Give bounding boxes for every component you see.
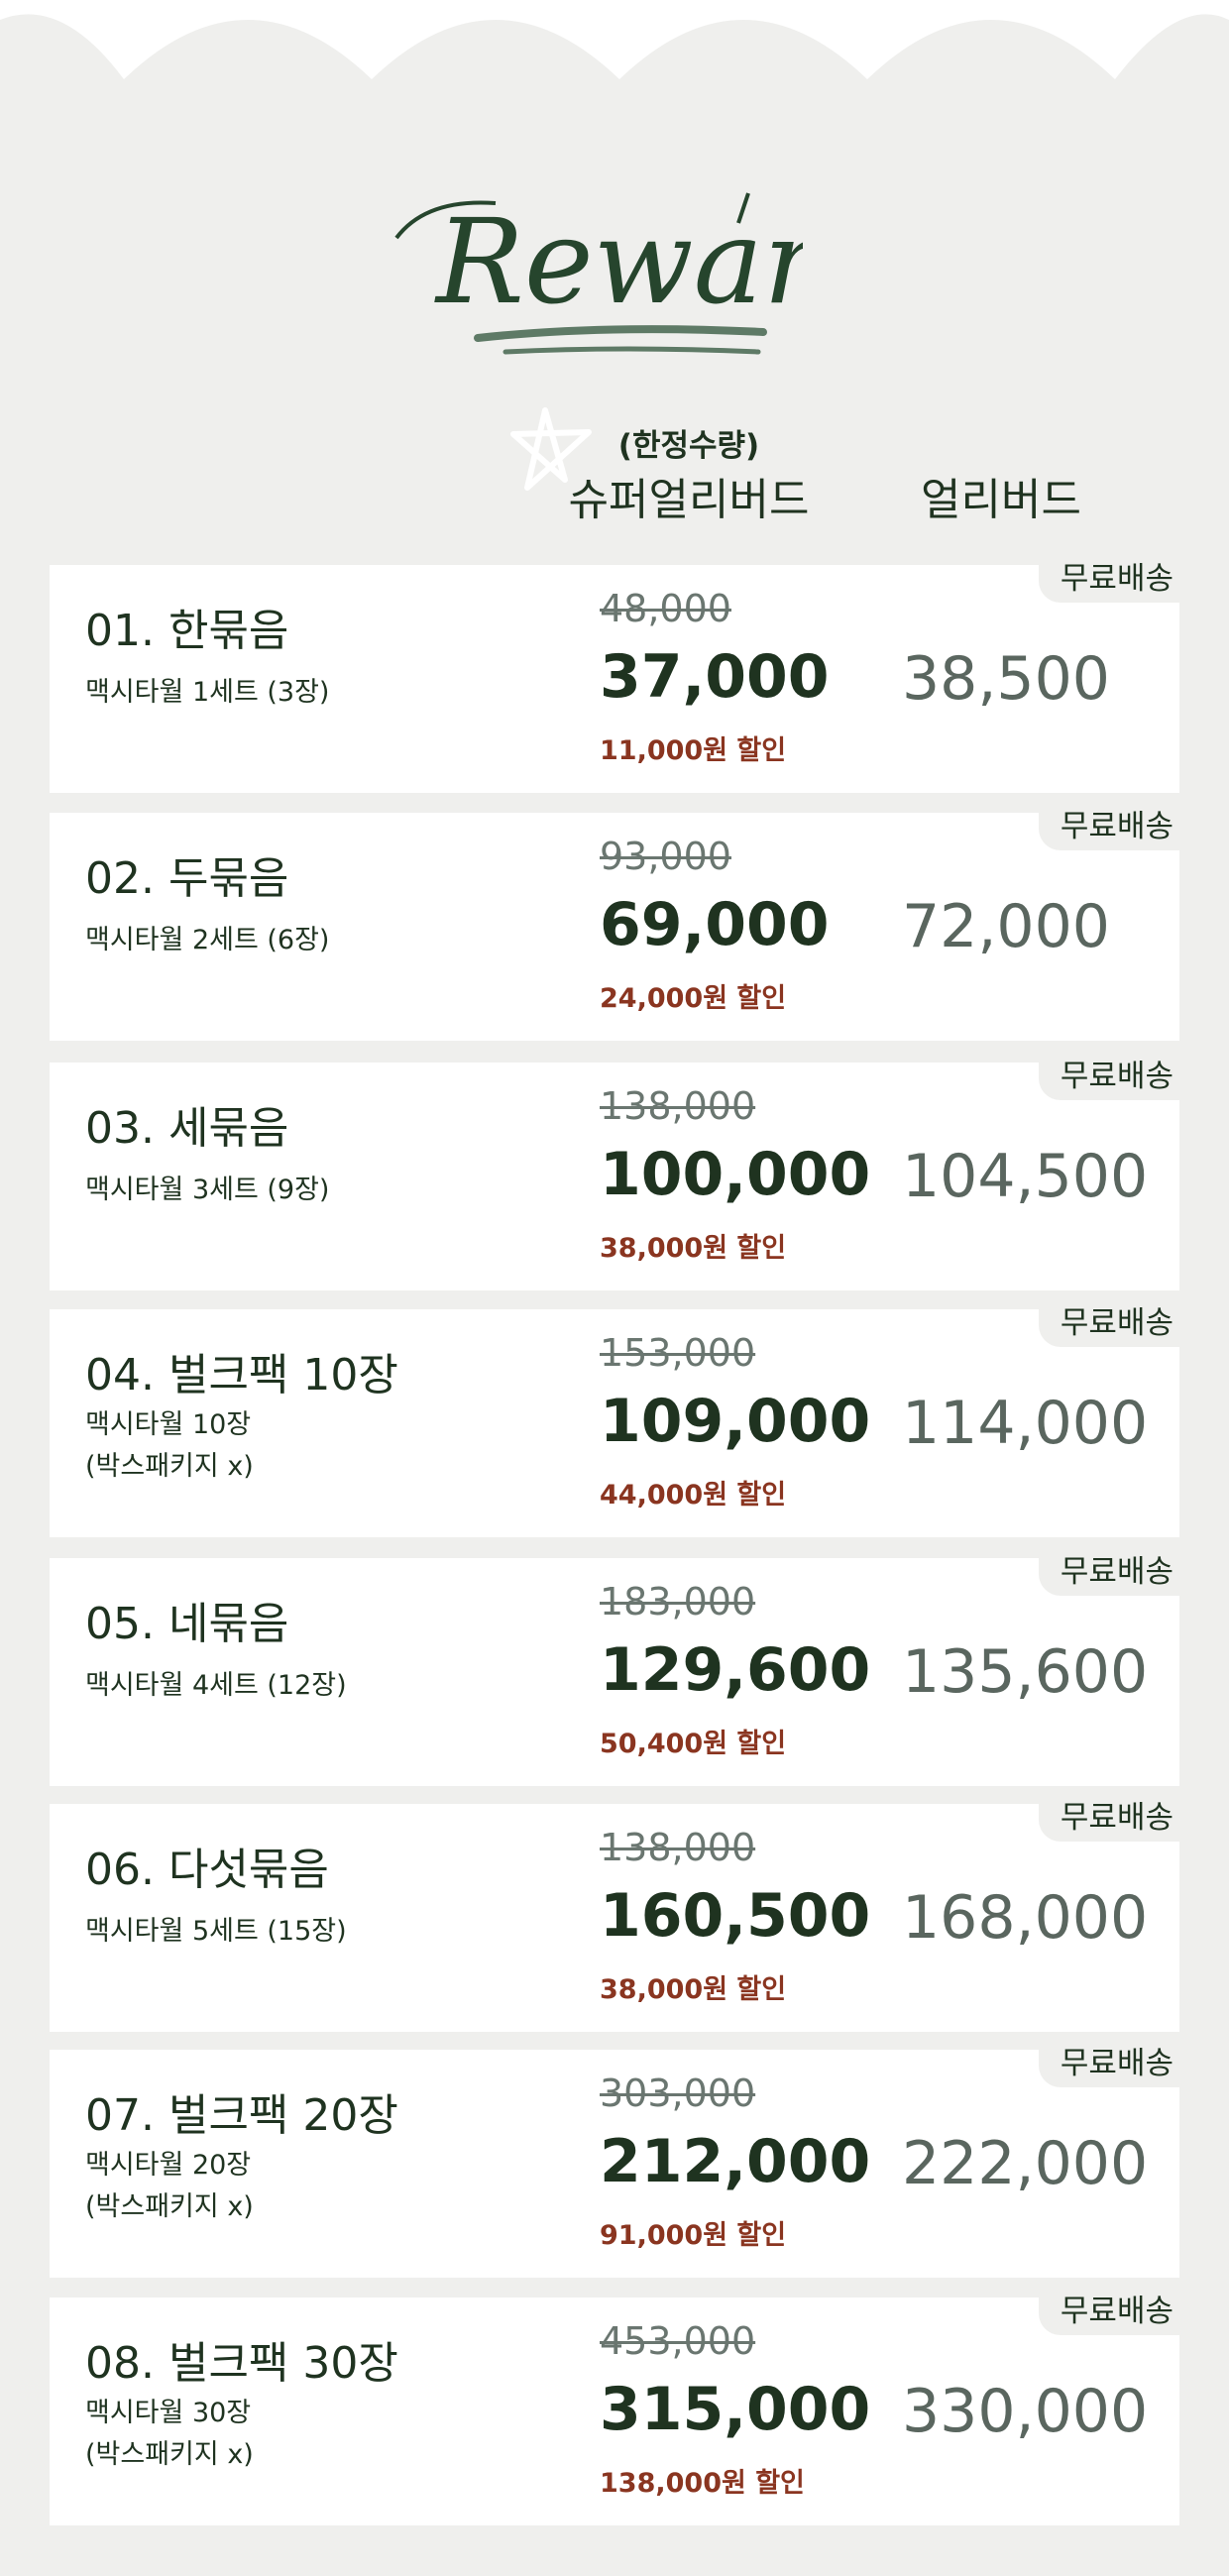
discount-amount: 44,000원 할인 [600, 1480, 787, 1511]
reward-description: 맥시타월 2세트 (6장) [85, 925, 330, 955]
super-early-bird-price: 100,000 [600, 1140, 871, 1209]
early-bird-price: 330,000 [902, 2377, 1149, 2446]
free-shipping-badge: 무료배송 [1038, 2288, 1179, 2335]
discount-amount: 38,000원 할인 [600, 1974, 787, 2005]
early-bird-price: 114,000 [902, 1389, 1149, 1458]
early-bird-price: 104,500 [902, 1142, 1149, 1211]
free-shipping-badge: 무료배송 [1038, 2040, 1179, 2087]
reward-card-8[interactable]: 무료배송 08. 벌크팩 30장 맥시타월 30장 (박스패키지 x) 453,0… [50, 2288, 1179, 2525]
early-bird-price: 222,000 [902, 2129, 1149, 2198]
reward-description: 맥시타월 4세트 (12장) [85, 1670, 347, 1701]
reward-title: 08. 벌크팩 30장 [85, 2338, 398, 2389]
svg-text:Reward: Reward [434, 193, 803, 330]
reward-description: 맥시타월 10장 (박스패키지 x) [85, 1409, 254, 1482]
discount-amount: 138,000원 할인 [600, 2468, 805, 2499]
free-shipping-badge: 무료배송 [1038, 555, 1179, 603]
reward-card-6[interactable]: 무료배송 06. 다섯묶음 맥시타월 5세트 (15장) 138,000 160… [50, 1794, 1179, 2032]
super-early-bird-price: 69,000 [600, 890, 830, 959]
discount-amount: 38,000원 할인 [600, 1233, 787, 1264]
reward-description: 맥시타월 20장 (박스패키지 x) [85, 2150, 254, 2222]
reward-logo: Reward [394, 192, 803, 355]
reward-description: 맥시타월 5세트 (15장) [85, 1916, 347, 1947]
reward-card-1[interactable]: 무료배송 01. 한묶음 맥시타월 1세트 (3장) 48,000 37,000… [50, 555, 1179, 793]
original-price: 303,000 [600, 2072, 756, 2115]
super-early-bird-price: 109,000 [600, 1387, 871, 1456]
reward-title: 01. 한묶음 [85, 606, 289, 656]
discount-amount: 50,400원 할인 [600, 1729, 787, 1759]
reward-card-2[interactable]: 무료배송 02. 두묶음 맥시타월 2세트 (6장) 93,000 69,000… [50, 803, 1179, 1041]
original-price: 453,000 [600, 2319, 756, 2363]
original-price: 93,000 [600, 835, 731, 878]
discount-amount: 24,000원 할인 [600, 983, 787, 1014]
reward-title: 05. 네묶음 [85, 1599, 289, 1649]
early-bird-price: 168,000 [902, 1883, 1149, 1953]
reward-description: 맥시타월 1세트 (3장) [85, 677, 330, 708]
free-shipping-badge: 무료배송 [1038, 1053, 1179, 1100]
early-bird-header: 얼리버드 [921, 475, 1081, 525]
early-bird-price: 38,500 [902, 644, 1110, 714]
reward-title: 02. 두묶음 [85, 853, 289, 904]
reward-description: 맥시타월 3세트 (9장) [85, 1175, 330, 1205]
reward-title: 07. 벌크팩 20장 [85, 2090, 398, 2141]
original-price: 138,000 [600, 1826, 756, 1869]
original-price: 153,000 [600, 1331, 756, 1375]
super-early-bird-header: 슈퍼얼리버드 [568, 475, 810, 525]
free-shipping-badge: 무료배송 [1038, 1548, 1179, 1596]
free-shipping-badge: 무료배송 [1038, 1299, 1179, 1347]
reward-sheet: Reward (한정수량) 슈퍼얼리버드 얼리버드 무료배송 01. 한묶음 맥… [0, 0, 1229, 2576]
original-price: 48,000 [600, 587, 731, 630]
reward-title: 03. 세묶음 [85, 1103, 289, 1154]
reward-title: 04. 벌크팩 10장 [85, 1350, 398, 1400]
reward-card-3[interactable]: 무료배송 03. 세묶음 맥시타월 3세트 (9장) 138,000 100,0… [50, 1053, 1179, 1290]
super-early-bird-price: 315,000 [600, 2375, 871, 2444]
discount-amount: 11,000원 할인 [600, 735, 787, 766]
reward-card-5[interactable]: 무료배송 05. 네묶음 맥시타월 4세트 (12장) 183,000 129,… [50, 1548, 1179, 1786]
super-early-bird-price: 212,000 [600, 2127, 871, 2196]
original-price: 138,000 [600, 1084, 756, 1128]
early-bird-price: 135,600 [902, 1637, 1149, 1707]
original-price: 183,000 [600, 1580, 756, 1624]
free-shipping-badge: 무료배송 [1038, 1794, 1179, 1842]
super-early-bird-price: 129,600 [600, 1635, 871, 1705]
reward-card-7[interactable]: 무료배송 07. 벌크팩 20장 맥시타월 20장 (박스패키지 x) 303,0… [50, 2040, 1179, 2278]
reward-title: 06. 다섯묶음 [85, 1845, 329, 1895]
reward-description: 맥시타월 30장 (박스패키지 x) [85, 2398, 254, 2470]
super-early-bird-price: 160,500 [600, 1881, 871, 1951]
discount-amount: 91,000원 할인 [600, 2220, 787, 2251]
reward-card-4[interactable]: 무료배송 04. 벌크팩 10장 맥시타월 10장 (박스패키지 x) 153,0… [50, 1299, 1179, 1537]
free-shipping-badge: 무료배송 [1038, 803, 1179, 850]
early-bird-price: 72,000 [902, 892, 1110, 961]
super-early-bird-price: 37,000 [600, 642, 830, 712]
limited-quantity-label: (한정수량) [617, 428, 760, 464]
